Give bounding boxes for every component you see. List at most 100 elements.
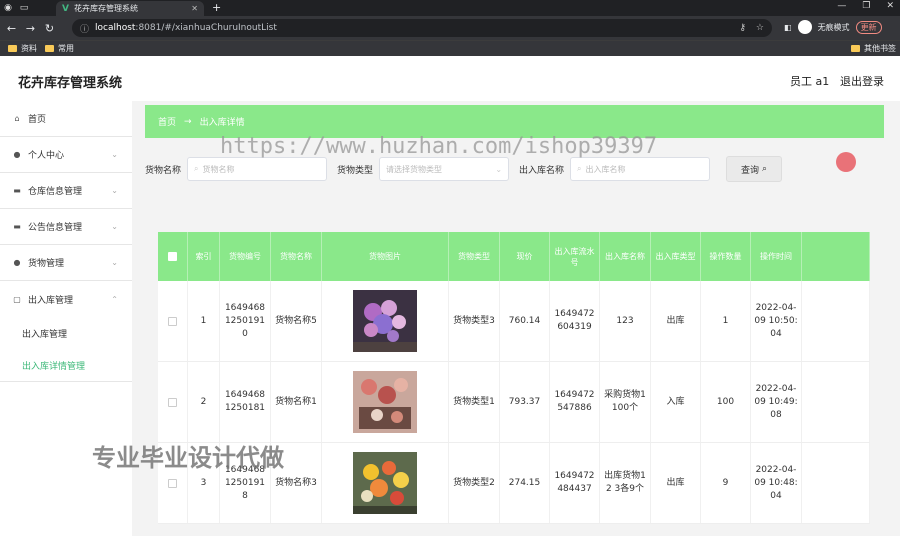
cell-goods-no: 16494681250191 0 [220, 281, 271, 361]
cell-time: 2022-04-09 10:50:04 [751, 281, 802, 361]
table-header: 索引 货物编号 货物名称 货物图片 货物类型 现价 出入库流水号 出入库名称 出… [158, 232, 870, 281]
io-name-input[interactable]: ⌕ 出入库名称 [570, 157, 711, 181]
header-goods-image[interactable]: 货物图片 [322, 232, 449, 281]
key-icon[interactable]: ⚷ [739, 23, 746, 33]
cell-price: 760.14 [500, 281, 550, 361]
header-price[interactable]: 现价 [500, 232, 550, 281]
restore-icon[interactable]: ❐ [862, 1, 870, 11]
sidebar-item-personal[interactable]: ● 个人中心 ⌄ [0, 137, 132, 173]
window-controls: — ❐ ✕ [837, 1, 894, 11]
update-button[interactable]: 更新 [855, 20, 882, 34]
cell-goods-image [322, 443, 449, 523]
goods-name-label: 货物名称 [145, 165, 182, 176]
sidebar-subitem-inout[interactable]: 出入库管理 [0, 317, 132, 349]
app-header: 花卉库存管理系统 员工 a1 退出登录 [0, 56, 900, 101]
select-all-checkbox[interactable] [168, 252, 177, 261]
url-field[interactable]: ⓘ localhost :8081/#/xianhuaChuruInoutLis… [72, 19, 772, 37]
cell-io-type: 入库 [651, 362, 701, 442]
tab-list-icon[interactable]: ▭ [16, 0, 32, 16]
header-io-type[interactable]: 出入库类型 [651, 232, 701, 281]
io-name-label: 出入库名称 [519, 165, 565, 176]
query-button-label: 查询 [741, 165, 760, 176]
row-select-cell [158, 281, 188, 361]
breadcrumb-home[interactable]: 首页 [158, 115, 176, 128]
sidebar-item-label: 公告信息管理 [28, 223, 83, 233]
search-icon: ⌕ [577, 164, 582, 173]
cell-time: 2022-04-09 10:49:08 [751, 362, 802, 442]
cell-io-name: 123 [600, 281, 651, 361]
cell-index: 2 [188, 362, 220, 442]
browser-menu-icon[interactable]: ◉ [0, 0, 16, 16]
chevron-down-icon: ⌄ [111, 186, 118, 195]
flower-image[interactable] [353, 371, 417, 433]
app-title: 花卉库存管理系统 [18, 76, 123, 91]
chevron-down-icon: ⌄ [111, 258, 118, 267]
cell-goods-image [322, 362, 449, 442]
bookmark-folder[interactable]: 常用 [45, 43, 74, 54]
cell-goods-name: 货物名称5 [271, 281, 322, 361]
row-checkbox[interactable] [168, 478, 177, 488]
cell-goods-no: 1649468 1250181 [220, 362, 271, 442]
bookmark-star-icon[interactable]: ☆ [756, 23, 764, 33]
cell-io-type: 出库 [651, 443, 701, 523]
flower-image[interactable] [353, 452, 417, 514]
watermark-url: https://www.huzhan.com/ishop39397 [220, 134, 658, 159]
header-serial[interactable]: 出入库流水号 [550, 232, 600, 281]
cell-goods-type: 货物类型2 [449, 443, 500, 523]
header-goods-name[interactable]: 货物名称 [271, 232, 322, 281]
header-qty[interactable]: 操作数量 [701, 232, 751, 281]
url-path: :8081/#/xianhuaChuruInoutList [135, 23, 277, 33]
goods-type-placeholder: 请选择货物类型 [386, 164, 443, 174]
inout-detail-table: 索引 货物编号 货物名称 货物图片 货物类型 现价 出入库流水号 出入库名称 出… [158, 232, 870, 524]
bookmark-label: 其他书签 [864, 44, 896, 53]
sidebar-item-warehouse[interactable]: ▬ 仓库信息管理 ⌄ [0, 173, 132, 209]
header-goods-type[interactable]: 货物类型 [449, 232, 500, 281]
header-index[interactable]: 索引 [188, 232, 220, 281]
back-icon[interactable]: ← [2, 22, 21, 35]
header-goods-no[interactable]: 货物编号 [220, 232, 271, 281]
sidebar-item-label: 仓库信息管理 [28, 187, 83, 197]
sidebar-item-home[interactable]: ⌂ 首页 [0, 101, 132, 137]
reload-icon[interactable]: ↻ [40, 22, 59, 35]
sidepanel-icon[interactable]: ◧ [784, 23, 792, 32]
header-time[interactable]: 操作时间 [751, 232, 802, 281]
current-user: 员工 a1 [790, 75, 830, 88]
sidebar-item-label: 个人中心 [28, 151, 65, 161]
goods-name-input[interactable]: ⌕ 货物名称 [187, 157, 328, 181]
monitor-icon: ▬ [13, 222, 21, 231]
cell-io-name: 采购货物1 100个 [600, 362, 651, 442]
browser-tab[interactable]: V 花卉库存管理系统 ✕ [56, 1, 204, 16]
search-icon: ⌕ [194, 164, 199, 173]
header-io-name[interactable]: 出入库名称 [600, 232, 651, 281]
sidebar-item-label: 货物管理 [28, 259, 65, 269]
sidebar-item-notice[interactable]: ▬ 公告信息管理 ⌄ [0, 209, 132, 245]
row-checkbox[interactable] [168, 316, 177, 326]
goods-type-select[interactable]: 请选择货物类型 ⌄ [379, 157, 510, 181]
incognito-avatar-icon[interactable] [797, 20, 812, 34]
close-tab-icon[interactable]: ✕ [191, 4, 198, 13]
table-row[interactable]: 2 1649468 1250181 货物名称1 货物类型1 793.37 164… [158, 362, 870, 443]
cell-time: 2022-04-09 10:48:04 [751, 443, 802, 523]
bookmark-label: 资料 [21, 44, 37, 53]
close-window-icon[interactable]: ✕ [886, 1, 894, 11]
submenu: 出入库管理 出入库详情管理 [0, 317, 132, 382]
table-row[interactable]: 1 16494681250191 0 货物名称5 货物类型3 760.14 16… [158, 281, 870, 362]
sidebar-item-goods[interactable]: ● 货物管理 ⌄ [0, 245, 132, 281]
new-tab-button[interactable]: + [212, 1, 221, 14]
profile-label: 无痕模式 [817, 22, 850, 32]
sidebar-subitem-inout-detail[interactable]: 出入库详情管理 [0, 349, 132, 381]
query-button[interactable]: 查询 ⌕ [726, 156, 783, 182]
forward-icon[interactable]: → [21, 22, 40, 35]
minimize-icon[interactable]: — [837, 1, 846, 11]
logout-link[interactable]: 退出登录 [840, 73, 884, 89]
cell-actions [802, 362, 870, 442]
breadcrumb-current: 出入库详情 [199, 118, 245, 128]
home-icon: ⌂ [14, 114, 20, 123]
info-icon[interactable]: ⓘ [80, 22, 89, 35]
sidebar-item-inout[interactable]: ▢ 出入库管理 ⌃ [0, 281, 132, 317]
row-checkbox[interactable] [168, 397, 177, 407]
other-bookmarks[interactable]: 其他书签 [851, 43, 896, 54]
flower-image[interactable] [353, 290, 417, 352]
cell-price: 793.37 [500, 362, 550, 442]
bookmark-folder[interactable]: 资料 [8, 43, 37, 54]
